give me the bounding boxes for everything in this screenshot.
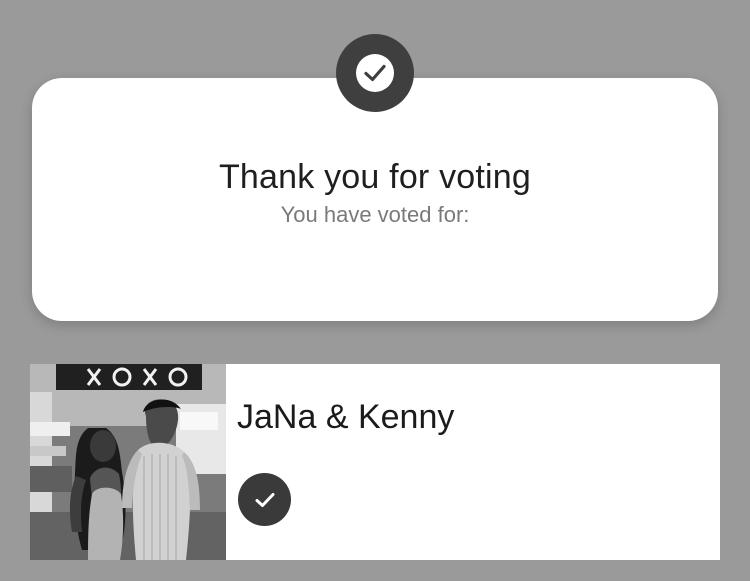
confirmation-subtitle: You have voted for:: [280, 202, 470, 227]
check-circle-inner: [356, 54, 394, 92]
voted-check-icon: [238, 473, 291, 526]
couple-photo-illustration: [30, 364, 226, 560]
voted-couple-card: JaNa & Kenny: [30, 364, 720, 560]
confirmation-card: [32, 78, 718, 321]
confirmation-title: Thank you for voting: [218, 158, 532, 196]
checkmark-icon: [364, 64, 386, 82]
voted-couple-name: JaNa & Kenny: [237, 398, 455, 436]
top-check-icon: [336, 34, 414, 112]
checkmark-icon: [255, 492, 274, 507]
couple-photo: [30, 364, 226, 560]
